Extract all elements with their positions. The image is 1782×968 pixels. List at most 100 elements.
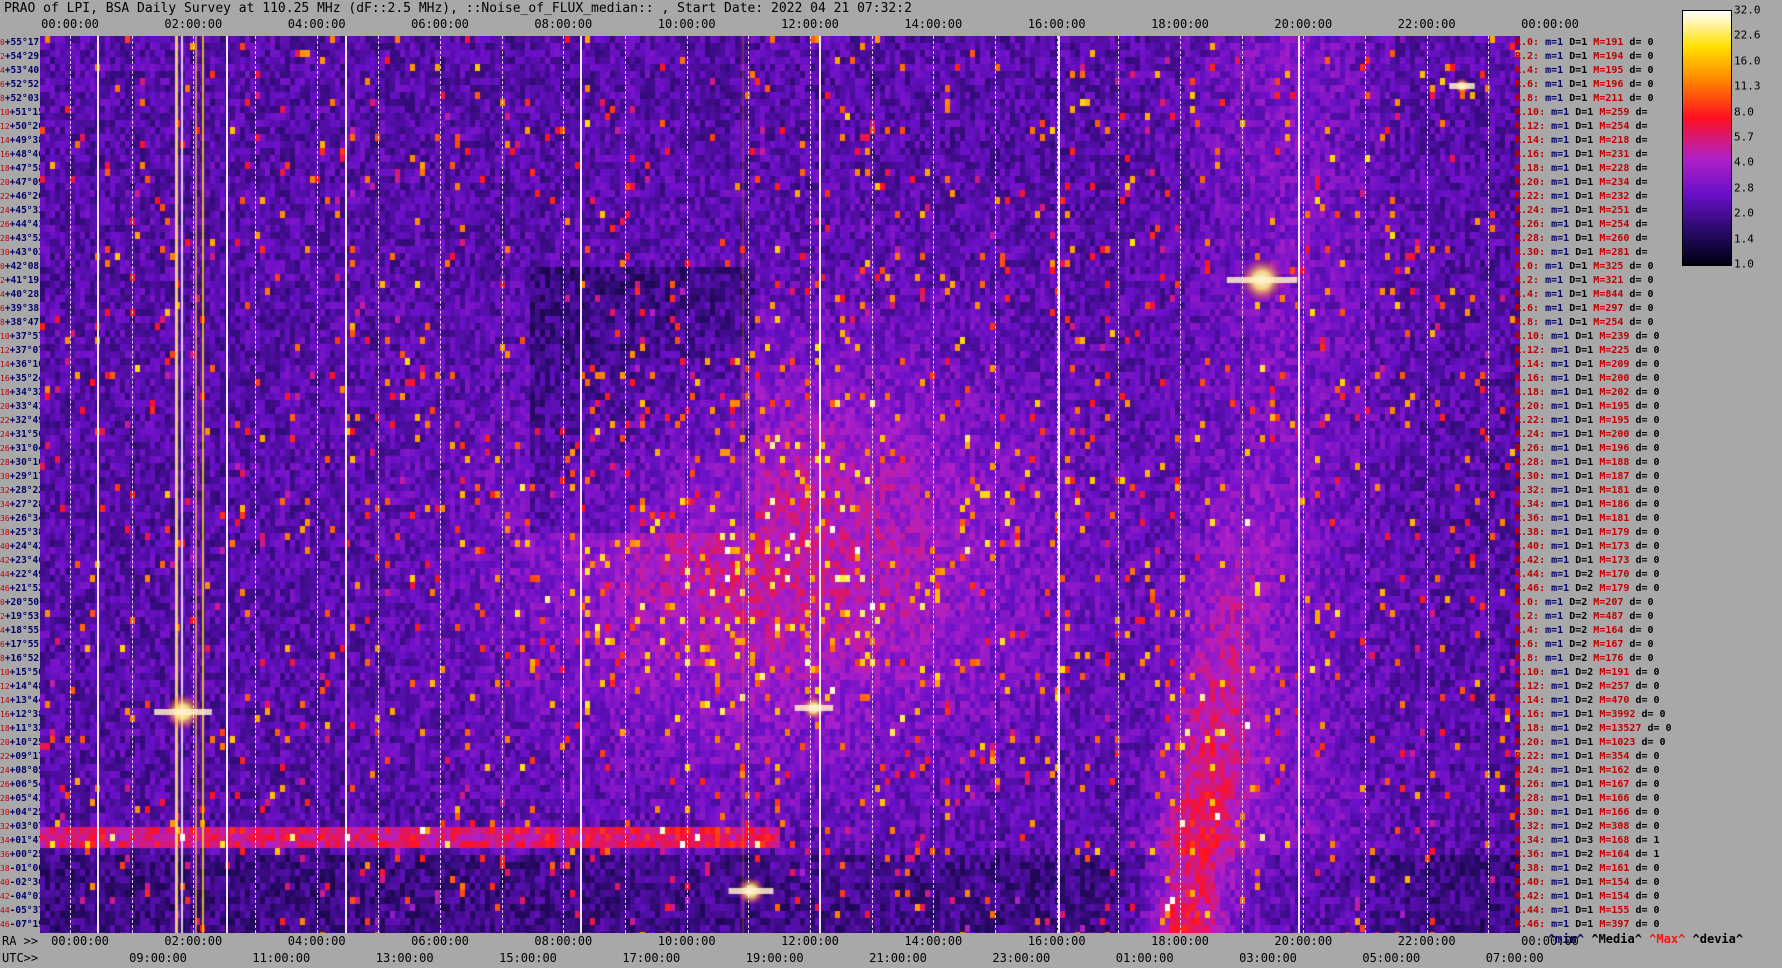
row-stat: R.28: m=1 D=1 M=260 d= — [1515, 232, 1690, 246]
row-stat-d: d= 0 — [1629, 289, 1654, 300]
dec-label-row: 20 +10°25' — [0, 736, 50, 750]
row-stat-m: M=173 — [1599, 555, 1636, 566]
row-stat-d: D=2 — [1569, 639, 1594, 650]
row-stats-column: R.0: m=1 D=1 M=191 d= 0 R.2: m=1 D=1 M=1… — [1515, 36, 1690, 933]
ra-tick-label: 00:00:00 — [1521, 934, 1579, 948]
row-stat-d: D=1 — [1575, 373, 1600, 384]
row-stat-m: m=1 — [1551, 359, 1576, 370]
row-stat: R.24: m=1 D=1 M=162 d= 0 — [1515, 764, 1690, 778]
row-stat: R.22: m=1 D=1 M=232 d= — [1515, 190, 1690, 204]
row-stat: R.26: m=1 D=1 M=254 d= — [1515, 218, 1690, 232]
dec-value: +54°29' — [4, 51, 45, 62]
row-stat-r: R.12: — [1515, 121, 1552, 132]
row-stat-d: d= 0 — [1635, 751, 1660, 762]
row-stat-d: D=1 — [1575, 499, 1600, 510]
dec-index: 20 — [0, 738, 10, 747]
heatmap-plot — [40, 36, 1520, 933]
row-stat-r: R.20: — [1515, 737, 1552, 748]
dec-label-row: 24 +31°56' — [0, 428, 50, 442]
declination-axis: 0 +55°17' 2 +54°29' 4 +53°40' 6 +52°52' 8 +52°03'… — [0, 36, 50, 933]
row-stat: R.14: m=1 D=2 M=470 d= 0 — [1515, 694, 1690, 708]
row-stat-m: M=257 — [1599, 681, 1636, 692]
dec-index: 44 — [0, 570, 10, 579]
row-stat-r: R.34: — [1515, 835, 1552, 846]
row-stat-m: m=1 — [1551, 681, 1576, 692]
dec-label-row: 24 +45°31' — [0, 204, 50, 218]
row-stat-m: m=1 — [1551, 135, 1576, 146]
row-stat-r: R.44: — [1515, 905, 1552, 916]
row-stat-r: R.22: — [1515, 751, 1552, 762]
row-stat-r: R.12: — [1515, 345, 1552, 356]
row-stat-d: D=1 — [1575, 807, 1600, 818]
ra-grid-line — [625, 36, 626, 933]
dec-label-row: 8 +16°52' — [0, 652, 45, 666]
row-stat-d: D=1 — [1575, 737, 1600, 748]
row-stat-m: M=164 — [1599, 849, 1636, 860]
row-stat-d: d= 0 — [1635, 331, 1660, 342]
row-stat-m: M=195 — [1593, 65, 1630, 76]
row-stat: R.22: m=1 D=1 M=354 d= 0 — [1515, 750, 1690, 764]
row-stat-r: R.42: — [1515, 555, 1552, 566]
row-stat-m: m=1 — [1551, 373, 1576, 384]
ra-tick-label: 08:00:00 — [534, 934, 593, 948]
dec-index: 16 — [0, 374, 10, 383]
dec-value: +52°52' — [4, 79, 45, 90]
row-stat-d: D=1 — [1575, 107, 1600, 118]
row-stat-d: D=1 — [1569, 65, 1594, 76]
row-stat-m: m=1 — [1545, 611, 1570, 622]
row-stat-d: D=1 — [1575, 135, 1600, 146]
row-stat-m: M=200 — [1599, 373, 1636, 384]
dec-index: 30 — [0, 808, 10, 817]
row-stat-d: d= 0 — [1629, 51, 1654, 62]
row-stat: R.14: m=1 D=1 M=218 d= — [1515, 134, 1690, 148]
dec-value: +38°47' — [4, 317, 45, 328]
row-stat-d: D=2 — [1575, 681, 1600, 692]
row-stat: R.12: m=1 D=2 M=257 d= 0 — [1515, 680, 1690, 694]
row-stat-d: D=2 — [1569, 597, 1594, 608]
utc-grid-line — [226, 36, 228, 933]
dec-label-row: 40 +24°42' — [0, 540, 50, 554]
row-stat-r: R.24: — [1515, 765, 1552, 776]
ra-tick-label: 06:00:00 — [411, 934, 469, 948]
row-stat-m: M=325 — [1593, 261, 1630, 272]
row-stat-m: M=254 — [1599, 219, 1636, 230]
dec-value: +39°38' — [4, 303, 45, 314]
legend-median: ^Media^ — [1591, 932, 1642, 946]
utc-grid-line — [1058, 36, 1060, 933]
row-stat-d: D=2 — [1569, 625, 1594, 636]
dec-index: 34 — [0, 500, 10, 509]
row-stat-m: m=1 — [1551, 149, 1576, 160]
row-stat-m: M=281 — [1599, 247, 1636, 258]
utc-grid-line — [1298, 36, 1300, 933]
row-stat-d: D=2 — [1575, 863, 1600, 874]
dec-label-row: 22 +32°49' — [0, 414, 50, 428]
row-stat: R.8: m=1 D=1 M=211 d= 0 — [1515, 92, 1690, 106]
row-stat-m: m=1 — [1551, 387, 1576, 398]
row-stat-d: d= — [1635, 205, 1648, 216]
row-stat-m: m=1 — [1551, 919, 1576, 930]
row-stat-r: R.24: — [1515, 205, 1552, 216]
row-stat-m: m=1 — [1545, 653, 1570, 664]
row-stat-d: D=1 — [1569, 261, 1594, 272]
row-stat-m: M=239 — [1599, 331, 1636, 342]
row-stat-m: M=3992 — [1599, 709, 1642, 720]
row-stat: R.0: m=1 D=1 M=325 d= 0 — [1515, 260, 1690, 274]
dec-label-row: 24 +08°05' — [0, 764, 50, 778]
top-tick-label: 16:00:00 — [1027, 17, 1086, 31]
dec-label-row: 28 +43°52' — [0, 232, 50, 246]
row-stat-d: d= — [1635, 107, 1648, 118]
row-stat-d: D=1 — [1575, 919, 1600, 930]
row-stat-d: D=1 — [1575, 205, 1600, 216]
row-stat-m: M=191 — [1593, 37, 1630, 48]
ra-grid-line — [131, 36, 133, 933]
row-stat-d: d= 0 — [1647, 723, 1672, 734]
row-stat-d: d= — [1635, 177, 1648, 188]
row-stat: R.30: m=1 D=1 M=281 d= — [1515, 246, 1690, 260]
colorbar-tick: 2.0 — [1734, 206, 1754, 220]
row-stat-m: M=181 — [1599, 485, 1636, 496]
row-stat: R.46: m=1 D=2 M=179 d= 0 — [1515, 582, 1690, 596]
row-stat-d: D=2 — [1575, 849, 1600, 860]
row-stat-d: D=1 — [1575, 149, 1600, 160]
row-stat: R.0: m=1 D=1 M=191 d= 0 — [1515, 36, 1690, 50]
dec-label-row: 0 +42°08' — [0, 260, 45, 274]
